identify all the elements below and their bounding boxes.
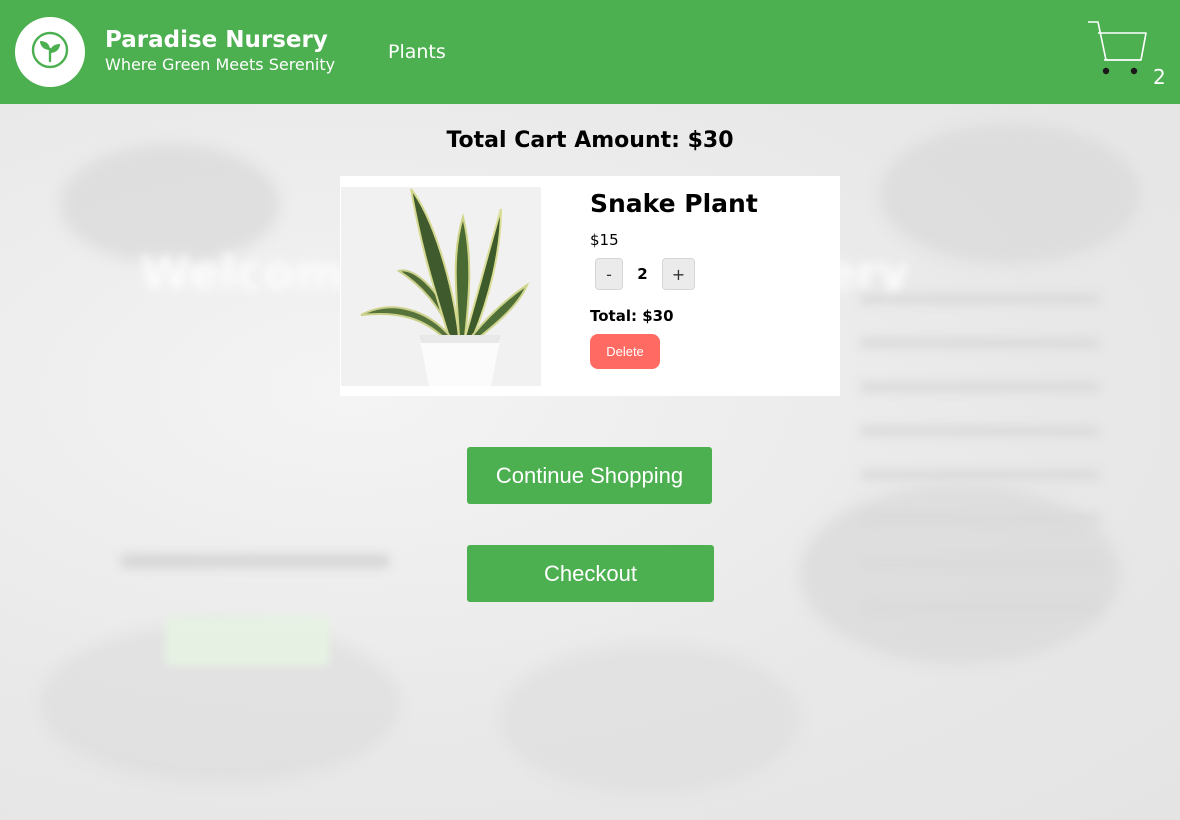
brand-title: Paradise Nursery <box>105 27 328 53</box>
nav-link-plants[interactable]: Plants <box>388 40 446 64</box>
cart-item-price: $15 <box>590 231 619 249</box>
cart-item-total: Total: $30 <box>590 307 674 325</box>
decrement-button[interactable]: - <box>595 258 623 290</box>
quantity-stepper: - 2 + <box>595 258 758 290</box>
increment-button[interactable]: + <box>662 258 695 290</box>
cart-item-name: Snake Plant <box>590 189 758 218</box>
cart-total-label: Total Cart Amount: $30 <box>446 128 734 153</box>
cart-button[interactable]: 2 <box>1086 18 1166 90</box>
background-get-started-button <box>165 616 330 666</box>
background-hero-subtitle <box>120 554 390 568</box>
navbar: Paradise Nursery Where Green Meets Seren… <box>0 0 1180 104</box>
checkout-button[interactable]: Checkout <box>467 545 714 602</box>
background-text-lines <box>860 294 1100 646</box>
brand: Paradise Nursery Where Green Meets Seren… <box>105 26 335 76</box>
sprout-icon <box>30 30 70 74</box>
quantity-value: 2 <box>637 265 648 283</box>
shopping-cart-icon <box>1086 21 1152 86</box>
cart-item-details: Snake Plant $15 - 2 + Total: $30 Delete <box>590 188 758 369</box>
delete-button[interactable]: Delete <box>590 334 660 369</box>
cart-item: Snake Plant $15 - 2 + Total: $30 Delete <box>340 176 840 396</box>
continue-shopping-button[interactable]: Continue Shopping <box>467 447 712 504</box>
snake-plant-image <box>341 187 541 386</box>
brand-tagline: Where Green Meets Serenity <box>105 55 336 74</box>
logo[interactable] <box>15 17 85 87</box>
cart-total-amount: Total Cart Amount: $30 <box>0 127 1180 155</box>
cart-count-badge: 2 <box>1153 65 1166 89</box>
